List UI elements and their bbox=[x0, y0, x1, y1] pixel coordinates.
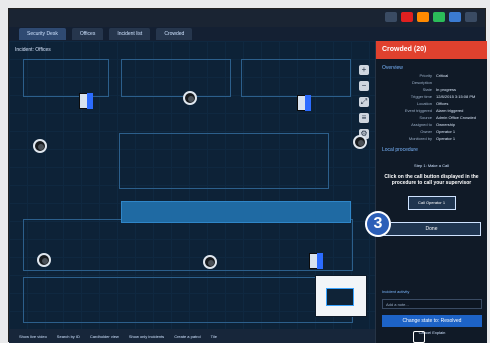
tab-bar: Security Desk Offices Incident list Crow… bbox=[9, 27, 485, 41]
field-value: Offices bbox=[436, 101, 449, 106]
cancel-explain-row: Cancel Explain bbox=[382, 330, 482, 335]
field-label: Location bbox=[416, 101, 432, 106]
title-icons bbox=[385, 12, 477, 22]
health-icon[interactable] bbox=[433, 12, 445, 22]
field-value: In progress bbox=[436, 87, 457, 92]
app-window: Security Desk Offices Incident list Crow… bbox=[8, 8, 487, 343]
field-label: Trigger time bbox=[410, 94, 432, 99]
conference-room bbox=[119, 133, 329, 189]
tab-incident-list[interactable]: Incident list bbox=[109, 28, 151, 40]
room-block bbox=[241, 59, 351, 97]
field-value: Critical bbox=[436, 73, 449, 78]
zoom-out-button[interactable]: − bbox=[359, 81, 369, 91]
add-note-input[interactable]: Add a note... bbox=[382, 299, 482, 309]
incident-panel: Crowded (20) Overview Priority Critical D… bbox=[375, 41, 487, 343]
done-button[interactable]: Done bbox=[382, 222, 481, 236]
floor-map[interactable]: Incident: Offices + − ⤢ ≡ ⚙ bbox=[9, 41, 375, 329]
overview-fields: Priority Critical Description State In pro… bbox=[382, 73, 481, 141]
field-label: Assigned to bbox=[411, 122, 432, 127]
field-label: Description bbox=[411, 80, 432, 85]
fit-map-button[interactable]: ⤢ bbox=[359, 97, 369, 107]
field-label: Event triggered bbox=[404, 108, 432, 113]
field-value: Ownership bbox=[436, 122, 456, 127]
procedure-instruction: Click on the call button displayed in th… bbox=[384, 174, 479, 186]
incident-title: Crowded (20) bbox=[376, 41, 487, 59]
sop-title[interactable]: Local procedure bbox=[382, 147, 481, 153]
user-icon[interactable] bbox=[385, 12, 397, 22]
bottom-bar-item[interactable]: Tile bbox=[211, 334, 217, 339]
bottom-bar-item[interactable]: Show only incidents bbox=[129, 334, 164, 339]
zoom-controls: + − ⤢ ≡ ⚙ bbox=[359, 65, 369, 139]
call-button[interactable]: Call Operator 1 bbox=[407, 196, 456, 210]
room-block bbox=[23, 277, 353, 323]
camera-icon[interactable] bbox=[37, 253, 51, 267]
window-controls-icon[interactable] bbox=[465, 12, 477, 22]
step-number-badge: 3 bbox=[365, 211, 391, 237]
door-icon[interactable] bbox=[309, 253, 323, 269]
field-value: Operator 1 bbox=[436, 136, 456, 141]
bottom-bar-item[interactable]: Cardholder view bbox=[90, 334, 119, 339]
settings-icon[interactable] bbox=[449, 12, 461, 22]
alarm-icon[interactable] bbox=[401, 12, 413, 22]
step-label: Step 1: Make a Call bbox=[414, 163, 449, 168]
room-block bbox=[23, 219, 353, 271]
room-block bbox=[121, 59, 231, 97]
activity-title[interactable]: Incident activity bbox=[382, 289, 482, 294]
field-value: Admin Office Crowded bbox=[436, 115, 476, 120]
reception-area bbox=[121, 201, 351, 223]
field-label: Owner bbox=[420, 129, 432, 134]
bottom-bar-item[interactable]: Create a patrol bbox=[174, 334, 200, 339]
warning-icon[interactable] bbox=[417, 12, 429, 22]
change-state-button[interactable]: Change state to: Resolved bbox=[382, 315, 482, 327]
mini-map[interactable] bbox=[315, 275, 367, 317]
tab-security-desk[interactable]: Security Desk bbox=[19, 28, 66, 40]
bottom-bar-item[interactable]: Search by ID bbox=[57, 334, 80, 339]
room-block bbox=[23, 59, 109, 97]
layers-button[interactable]: ≡ bbox=[359, 113, 369, 123]
tab-offices[interactable]: Offices bbox=[71, 28, 104, 40]
bottom-bar-item[interactable]: Show live video bbox=[19, 334, 47, 339]
explain-link[interactable]: Explain bbox=[432, 330, 445, 335]
camera-icon[interactable] bbox=[33, 139, 47, 153]
camera-icon[interactable] bbox=[353, 135, 367, 149]
field-label: Priority bbox=[419, 73, 432, 78]
mouse-cursor-icon bbox=[413, 331, 425, 343]
overview-title[interactable]: Overview bbox=[382, 65, 481, 71]
field-value: 12/8/2015 3:15:08 PM bbox=[436, 94, 476, 99]
field-value: Operator 1 bbox=[436, 129, 456, 134]
door-icon[interactable] bbox=[79, 93, 93, 109]
camera-icon[interactable] bbox=[203, 255, 217, 269]
field-label: State bbox=[422, 87, 432, 92]
map-header: Incident: Offices bbox=[15, 47, 51, 53]
title-bar bbox=[9, 9, 485, 27]
field-label: Monitored by bbox=[408, 136, 432, 141]
tab-crowded[interactable]: Crowded bbox=[156, 28, 193, 40]
camera-icon[interactable] bbox=[183, 91, 197, 105]
field-value bbox=[436, 80, 481, 85]
mini-map-viewport[interactable] bbox=[326, 288, 354, 306]
field-label: Source bbox=[419, 115, 432, 120]
door-icon[interactable] bbox=[297, 95, 311, 111]
zoom-in-button[interactable]: + bbox=[359, 65, 369, 75]
map-bottom-bar: Show live video Search by ID Cardholder … bbox=[9, 329, 375, 343]
field-value: Alarm triggered bbox=[436, 108, 464, 113]
